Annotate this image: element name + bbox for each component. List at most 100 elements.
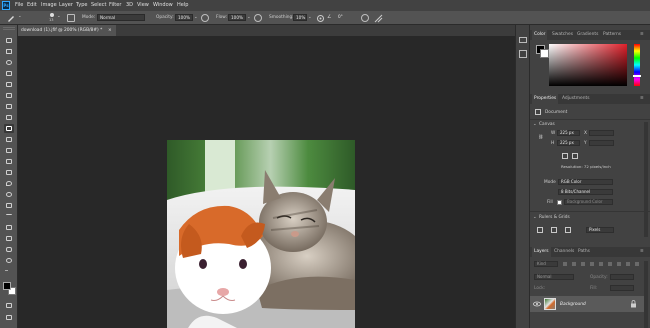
edit-toolbar-icon[interactable]	[5, 270, 8, 271]
flow-chevron-icon[interactable]: ⌄	[247, 15, 251, 20]
tab-patterns[interactable]: Patterns	[601, 30, 623, 40]
link-dimensions-icon[interactable]: ⛓	[538, 135, 543, 140]
brush-size-value[interactable]: 13	[49, 18, 53, 22]
width-input[interactable]: 225 px	[557, 130, 580, 136]
layer-filter-kind[interactable]: Kind	[534, 261, 558, 267]
eyedropper-tool-icon[interactable]	[4, 102, 14, 111]
pressure-size-icon[interactable]	[361, 14, 369, 22]
gradient-tool-icon[interactable]	[4, 168, 14, 177]
mode-select[interactable]: Normal	[97, 14, 145, 21]
menu-help[interactable]: Help	[177, 2, 188, 8]
dodge-tool-icon[interactable]	[4, 190, 14, 199]
fill-select[interactable]: Background Color	[564, 199, 613, 205]
smoothing-input[interactable]: 10%	[293, 14, 307, 21]
tab-layers[interactable]: Layers	[532, 247, 551, 257]
path-selection-tool-icon[interactable]	[4, 223, 14, 232]
height-input[interactable]: 225 px	[557, 140, 580, 146]
foreground-color-swatch[interactable]	[3, 282, 11, 290]
eye-icon[interactable]	[533, 300, 541, 308]
fill-color-swatch[interactable]	[557, 200, 562, 205]
tab-adjustments[interactable]: Adjustments	[560, 94, 592, 104]
menu-file[interactable]: File	[15, 2, 23, 8]
color-field[interactable]	[549, 44, 627, 86]
tab-paths[interactable]: Paths	[576, 247, 592, 257]
color-panel-menu-icon[interactable]: ≡	[638, 30, 646, 40]
opacity-chevron-icon[interactable]: ⌄	[194, 15, 198, 20]
menu-3d[interactable]: 3D	[126, 2, 133, 8]
quick-select-tool-icon[interactable]	[4, 69, 14, 78]
menu-image[interactable]: Image	[41, 2, 57, 8]
rectangle-tool-icon[interactable]	[4, 234, 14, 243]
menu-edit[interactable]: Edit	[27, 2, 37, 8]
clone-stamp-tool-icon[interactable]	[4, 135, 14, 144]
angle-input[interactable]: 0°	[336, 14, 352, 21]
move-tool-icon[interactable]	[4, 36, 14, 45]
marquee-tool-icon[interactable]	[4, 47, 14, 56]
rulers-chevron-icon[interactable]: ⌄	[533, 215, 537, 220]
symmetry-icon[interactable]	[374, 14, 383, 23]
type-tool-icon[interactable]	[4, 212, 14, 221]
bit-depth-select[interactable]: 8 Bits/Channel	[558, 189, 613, 195]
x-input[interactable]	[589, 130, 614, 136]
document-tab[interactable]: download (1).jfif @ 200% (RGB/8#) * ×	[18, 25, 116, 36]
document-image[interactable]	[167, 140, 355, 328]
properties-menu-icon[interactable]: ≡	[638, 94, 646, 104]
layers-menu-icon[interactable]: ≡	[638, 247, 646, 257]
eraser-tool-icon[interactable]	[4, 157, 14, 166]
color-mode-select[interactable]: RGB Color	[558, 179, 613, 185]
close-tab-icon[interactable]: ×	[108, 25, 112, 36]
airbrush-icon[interactable]	[254, 14, 262, 22]
portrait-orientation-icon[interactable]	[562, 153, 568, 159]
toolbar-grip-icon[interactable]	[3, 27, 15, 30]
tab-swatches[interactable]: Swatches	[550, 30, 575, 40]
y-input[interactable]	[589, 140, 614, 146]
hue-slider[interactable]	[634, 44, 640, 86]
zoom-tool-icon[interactable]	[4, 256, 14, 265]
smoothing-chevron-icon[interactable]: ⌄	[308, 15, 312, 20]
layer-blend-mode-select[interactable]: Normal	[534, 274, 574, 280]
canvas-chevron-icon[interactable]: ⌄	[533, 122, 537, 127]
history-panel-icon[interactable]	[519, 37, 527, 43]
smoothing-gear-icon[interactable]	[316, 14, 325, 23]
screen-mode-icon[interactable]	[4, 313, 14, 322]
canvas-area[interactable]	[18, 36, 515, 328]
brush-icon[interactable]	[6, 13, 16, 23]
tool-preset-chevron-icon[interactable]: ⌄	[18, 14, 22, 19]
layer-fill-input[interactable]	[610, 285, 634, 291]
brush-settings-icon[interactable]	[67, 14, 75, 22]
brush-size-chevron-icon[interactable]: ⌄	[57, 14, 61, 19]
frame-tool-icon[interactable]	[4, 91, 14, 100]
guides-icon[interactable]	[565, 227, 571, 233]
properties-scrollbar[interactable]	[644, 122, 648, 237]
menu-layer[interactable]: Layer	[59, 2, 73, 8]
landscape-orientation-icon[interactable]	[572, 153, 578, 159]
brush-tool-icon[interactable]	[4, 124, 14, 133]
libraries-panel-icon[interactable]	[519, 50, 527, 58]
blur-tool-icon[interactable]	[4, 179, 14, 188]
hand-tool-icon[interactable]	[4, 245, 14, 254]
layers-scrollbar[interactable]	[644, 261, 648, 328]
pressure-opacity-icon[interactable]	[201, 14, 209, 22]
tab-properties[interactable]: Properties	[532, 94, 559, 104]
lasso-tool-icon[interactable]	[4, 58, 14, 67]
ruler-units-select[interactable]: Pixels	[586, 227, 614, 233]
pen-tool-icon[interactable]	[4, 201, 14, 210]
layer-opacity-input[interactable]	[610, 274, 634, 280]
ruler-icon[interactable]	[537, 227, 543, 233]
layer-name[interactable]: Background	[560, 302, 586, 307]
tab-channels[interactable]: Channels	[552, 247, 576, 257]
layer-filter-icons[interactable]	[563, 262, 643, 266]
tab-gradients[interactable]: Gradients	[575, 30, 600, 40]
opacity-input[interactable]: 100%	[175, 14, 193, 21]
tab-color[interactable]: Color	[532, 30, 548, 40]
menu-view[interactable]: View	[137, 2, 149, 8]
crop-tool-icon[interactable]	[4, 80, 14, 89]
menu-select[interactable]: Select	[91, 2, 106, 8]
menu-filter[interactable]: Filter	[109, 2, 121, 8]
menu-type[interactable]: Type	[76, 2, 87, 8]
color-background-swatch[interactable]	[540, 49, 549, 58]
history-brush-tool-icon[interactable]	[4, 146, 14, 155]
hue-slider-handle-icon[interactable]	[633, 75, 641, 77]
healing-brush-tool-icon[interactable]	[4, 113, 14, 122]
flow-input[interactable]: 100%	[228, 14, 246, 21]
